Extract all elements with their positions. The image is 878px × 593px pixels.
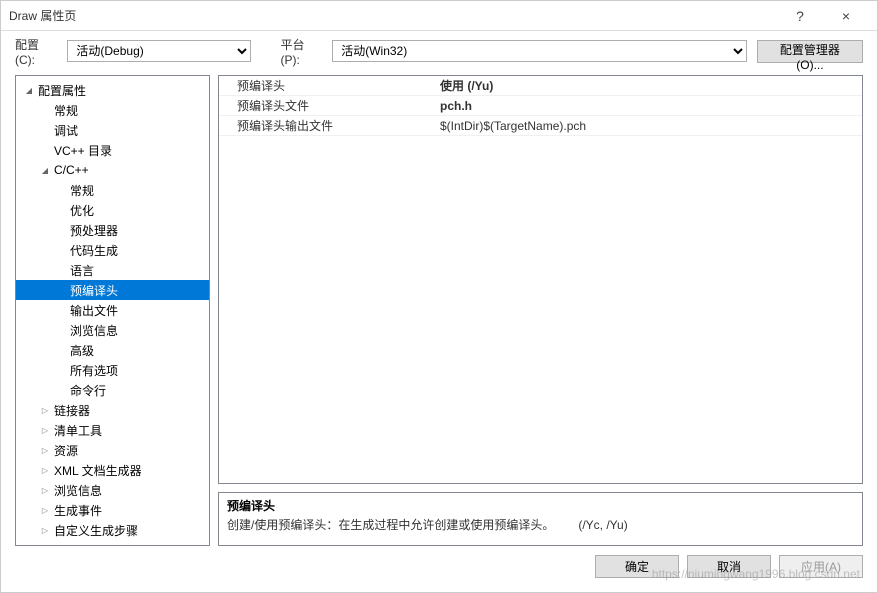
close-button[interactable]: × [823,1,869,31]
apply-button[interactable]: 应用(A) [779,555,863,578]
tree-arrow-icon [38,426,52,435]
tree-arrow-icon [38,166,52,175]
tree-label: VC++ 目录 [52,142,112,159]
description-panel: 预编译头 创建/使用预编译头：在生成过程中允许创建或使用预编译头。 (/Yc, … [218,492,863,546]
tree-label: 浏览信息 [52,482,102,499]
tree-label: 生成事件 [52,502,102,519]
tree-arrow-icon [38,486,52,495]
tree-arrow-icon [22,86,36,95]
tree-label: C/C++ [52,163,89,177]
tree-label: 命令行 [68,382,106,399]
property-grid[interactable]: 预编译头使用 (/Yu)预编译头文件pch.h预编译头输出文件$(IntDir)… [218,75,863,484]
tree-all-options[interactable]: 所有选项 [16,360,209,380]
tree-browse-info[interactable]: 浏览信息 [16,320,209,340]
tree-code-generation[interactable]: 代码生成 [16,240,209,260]
tree-build-events[interactable]: 生成事件 [16,500,209,520]
property-value[interactable]: $(IntDir)$(TargetName).pch [434,119,862,133]
property-name: 预编译头 [219,77,434,94]
titlebar: Draw 属性页 ? × [1,1,877,31]
property-value[interactable]: pch.h [434,99,862,113]
property-row[interactable]: 预编译头使用 (/Yu) [219,76,862,96]
cancel-button[interactable]: 取消 [687,555,771,578]
tree-precompiled-headers[interactable]: 预编译头 [16,280,209,300]
tree-label: 浏览信息 [68,322,118,339]
tree-label: 资源 [52,442,78,459]
tree-output-files[interactable]: 输出文件 [16,300,209,320]
right-panel: 预编译头使用 (/Yu)预编译头文件pch.h预编译头输出文件$(IntDir)… [218,75,863,546]
main-area: 配置属性常规调试VC++ 目录C/C++常规优化预处理器代码生成语言预编译头输出… [1,71,877,546]
tree-resources[interactable]: 资源 [16,440,209,460]
tree-label: 常规 [52,102,78,119]
tree-preprocessor[interactable]: 预处理器 [16,220,209,240]
tree-label: 预编译头 [68,282,118,299]
titlebar-controls: ? × [777,1,869,31]
tree-arrow-icon [38,446,52,455]
tree-config-properties[interactable]: 配置属性 [16,80,209,100]
tree-c-cpp[interactable]: C/C++ [16,160,209,180]
tree-command-line[interactable]: 命令行 [16,380,209,400]
tree-label: 语言 [68,262,94,279]
tree-xml-doc-generator[interactable]: XML 文档生成器 [16,460,209,480]
tree-browse-info-2[interactable]: 浏览信息 [16,480,209,500]
platform-select[interactable]: 活动(Win32) [332,40,747,62]
description-title: 预编译头 [227,497,854,514]
tree-label: 输出文件 [68,302,118,319]
tree-custom-build-step[interactable]: 自定义生成步骤 [16,520,209,540]
window-title: Draw 属性页 [9,7,777,24]
tree-arrow-icon [38,506,52,515]
tree-general[interactable]: 常规 [16,100,209,120]
tree-cpp-general[interactable]: 常规 [16,180,209,200]
tree-label: 链接器 [52,402,90,419]
property-name: 预编译头文件 [219,97,434,114]
tree-vcpp-directories[interactable]: VC++ 目录 [16,140,209,160]
tree-label: 所有选项 [68,362,118,379]
tree-label: 调试 [52,122,78,139]
platform-label: 平台(P): [280,36,322,67]
help-button[interactable]: ? [777,1,823,31]
description-body: 创建/使用预编译头：在生成过程中允许创建或使用预编译头。 (/Yc, /Yu) [227,516,854,533]
tree-label: 高级 [68,342,94,359]
tree-advanced[interactable]: 高级 [16,340,209,360]
tree-debugging[interactable]: 调试 [16,120,209,140]
property-row[interactable]: 预编译头文件pch.h [219,96,862,116]
config-select[interactable]: 活动(Debug) [67,40,250,62]
property-value[interactable]: 使用 (/Yu) [434,77,862,94]
tree-label: XML 文档生成器 [52,462,142,479]
config-manager-button[interactable]: 配置管理器(O)... [757,40,863,63]
tree-linker[interactable]: 链接器 [16,400,209,420]
tree-manifest-tool[interactable]: 清单工具 [16,420,209,440]
toolbar: 配置(C): 活动(Debug) 平台(P): 活动(Win32) 配置管理器(… [1,31,877,71]
property-row[interactable]: 预编译头输出文件$(IntDir)$(TargetName).pch [219,116,862,136]
tree-label: 配置属性 [36,82,86,99]
tree-label: 优化 [68,202,94,219]
footer: 确定 取消 应用(A) [1,546,877,586]
ok-button[interactable]: 确定 [595,555,679,578]
tree-arrow-icon [38,466,52,475]
property-name: 预编译头输出文件 [219,117,434,134]
tree-arrow-icon [38,526,52,535]
tree-label: 清单工具 [52,422,102,439]
config-label: 配置(C): [15,36,57,67]
tree-arrow-icon [38,406,52,415]
tree-label: 自定义生成步骤 [52,522,138,539]
tree-label: 常规 [68,182,94,199]
tree-label: 代码生成 [68,242,118,259]
tree-optimization[interactable]: 优化 [16,200,209,220]
tree-panel[interactable]: 配置属性常规调试VC++ 目录C/C++常规优化预处理器代码生成语言预编译头输出… [15,75,210,546]
tree-label: 预处理器 [68,222,118,239]
tree-language[interactable]: 语言 [16,260,209,280]
